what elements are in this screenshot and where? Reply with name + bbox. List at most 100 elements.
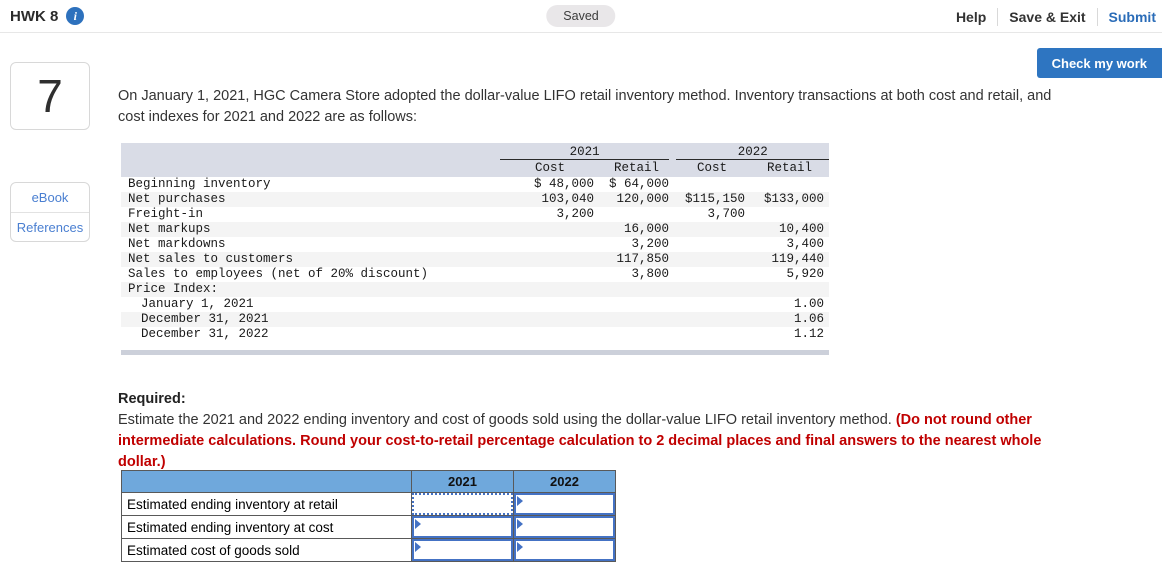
help-button[interactable]: Help [945, 9, 997, 25]
retail-2021-value: 117,850 [616, 252, 669, 266]
year-header-2022: 2022 [676, 145, 829, 160]
answer-col-header: 2022 [513, 470, 616, 493]
answer-row-label: Estimated ending inventory at retail [121, 492, 412, 516]
row-label: Price Index: [128, 282, 219, 296]
question-number: 7 [10, 62, 90, 130]
cost-2022-value [674, 312, 750, 327]
cost-2022-value [674, 237, 750, 252]
retail-2021-value [599, 282, 674, 297]
answer-input-2021[interactable] [412, 516, 513, 538]
retail-2021-value: $ 64,000 [608, 177, 669, 191]
table-row: Beginning inventory $ 48,000 $ 64,000 [121, 177, 829, 192]
answer-header-blank [121, 470, 412, 493]
row-label: Freight-in [128, 207, 204, 221]
retail-2022-value: 1.12 [793, 327, 824, 341]
retail-2021-value [599, 207, 674, 222]
retail-2022-value [750, 207, 829, 222]
cost-2021-value [501, 297, 599, 312]
cost-2021-value [501, 267, 599, 282]
cost-2022-value: $115,150 [684, 192, 745, 206]
row-label: January 1, 2021 [141, 297, 254, 311]
cost-2021-value: $ 48,000 [533, 177, 594, 191]
retail-2021-value [599, 312, 674, 327]
answer-row: Estimated cost of goods sold [121, 538, 616, 562]
answer-row: Estimated ending inventory at retail [121, 492, 616, 516]
answer-row: Estimated ending inventory at cost [121, 515, 616, 539]
table-row: Net markdowns 3,200 3,400 [121, 237, 829, 252]
check-my-work-button[interactable]: Check my work [1036, 48, 1162, 78]
row-label: Net markups [128, 222, 211, 236]
subheader-cost-2021: Cost [534, 161, 565, 175]
table-bottom-border [121, 350, 829, 355]
subheader-cost-2022: Cost [696, 161, 727, 175]
required-text: Estimate the 2021 and 2022 ending invent… [118, 412, 896, 428]
assignment-title: HWK 8 [10, 7, 59, 25]
row-label: Net sales to customers [128, 252, 294, 266]
table-row: Price Index: [121, 282, 829, 297]
retail-2022-value [750, 282, 829, 297]
save-exit-button[interactable]: Save & Exit [998, 9, 1096, 25]
answer-input-2022[interactable] [514, 516, 615, 538]
retail-2022-value: $133,000 [763, 192, 824, 206]
subheader-retail-2022: Retail [766, 161, 812, 175]
cost-2021-value [501, 252, 599, 267]
cost-2021-value [501, 282, 599, 297]
info-icon[interactable]: i [66, 7, 85, 25]
row-label: Net purchases [128, 192, 226, 206]
cost-2022-value [674, 327, 750, 342]
required-instructions: Estimate the 2021 and 2022 ending invent… [118, 410, 1058, 473]
retail-2021-value [599, 297, 674, 312]
cost-2021-value [501, 312, 599, 327]
submit-button[interactable]: Submit [1098, 9, 1158, 25]
cost-2021-value: 103,040 [541, 192, 594, 206]
ebook-link[interactable]: eBook [11, 183, 89, 212]
cost-2022-value [674, 297, 750, 312]
table-row: December 31, 2022 1.12 [121, 327, 829, 342]
answer-table: 2021 2022 Estimated ending inventory at re… [121, 470, 616, 562]
cell-flag-icon [517, 519, 523, 529]
cell-flag-icon [415, 542, 421, 552]
references-link[interactable]: References [11, 212, 89, 241]
retail-2022-value: 119,440 [771, 252, 824, 266]
year-header-2021: 2021 [499, 145, 670, 160]
saved-status-badge: Saved [546, 5, 616, 27]
problem-text: On January 1, 2021, HGC Camera Store ado… [118, 88, 1052, 125]
cost-2021-value [501, 237, 599, 252]
retail-2022-value: 1.00 [793, 297, 824, 311]
row-label: December 31, 2022 [141, 327, 269, 341]
table-row: January 1, 2021 1.00 [121, 297, 829, 312]
table-row: Net markups 16,000 10,400 [121, 222, 829, 237]
table-row: Net sales to customers 117,850 119,440 [121, 252, 829, 267]
cell-flag-icon [517, 496, 523, 506]
cost-2022-value [674, 282, 750, 297]
required-heading: Required: [118, 391, 186, 407]
cost-2022-value: 3,700 [707, 207, 745, 221]
row-label: Net markdowns [128, 237, 226, 251]
answer-input-2021[interactable] [412, 539, 513, 561]
retail-2022-value: 3,400 [786, 237, 824, 251]
answer-input-2022[interactable] [514, 539, 615, 561]
retail-2022-value: 5,920 [786, 267, 824, 281]
data-table-header: 2021 2022 Cost Retail Cost Retail [121, 143, 829, 177]
table-row: December 31, 2021 1.06 [121, 312, 829, 327]
retail-2022-value: 1.06 [793, 312, 824, 326]
answer-input-2022[interactable] [514, 493, 615, 515]
cost-2021-value [501, 222, 599, 237]
retail-2022-value [750, 177, 829, 192]
row-label: Beginning inventory [128, 177, 271, 191]
retail-2021-value [599, 327, 674, 342]
cost-2022-value [674, 177, 750, 192]
answer-header-row: 2021 2022 [121, 470, 616, 493]
retail-2021-value: 16,000 [623, 222, 669, 236]
cell-flag-icon [517, 542, 523, 552]
answer-input-2021[interactable] [412, 493, 513, 515]
retail-2021-value: 3,200 [631, 237, 669, 251]
table-row: Freight-in 3,200 3,700 [121, 207, 829, 222]
cell-flag-icon [415, 519, 421, 529]
resources-box: eBook References [10, 182, 90, 242]
cost-2022-value [674, 267, 750, 282]
table-row: Net purchases 103,040 120,000 $115,150 $133,… [121, 192, 829, 207]
retail-2021-value: 120,000 [616, 192, 669, 206]
answer-row-label: Estimated cost of goods sold [121, 538, 412, 562]
table-row: Sales to employees (net of 20% discount)… [121, 267, 829, 282]
